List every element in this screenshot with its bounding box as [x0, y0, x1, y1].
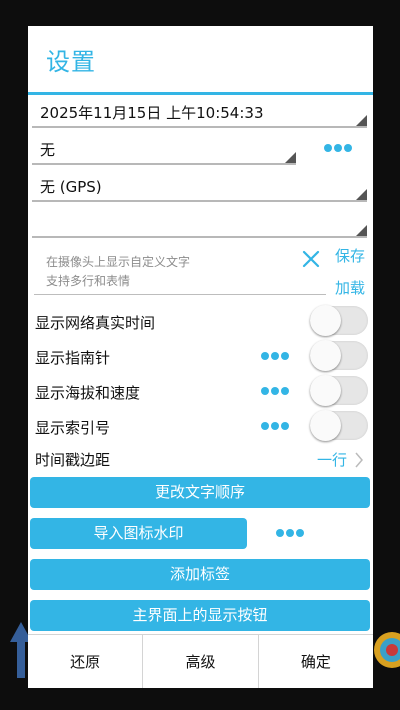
- dialog-footer: 还原 高级 确定: [28, 634, 373, 688]
- custom-text-input[interactable]: 在摄像头上显示自定义文字 支持多行和表情: [34, 250, 326, 295]
- index-more-icon[interactable]: [261, 422, 289, 430]
- compass-toggle[interactable]: [310, 340, 368, 371]
- datetime-value: 2025年11月15日 上午10:54:33: [40, 104, 264, 122]
- background-target-icon: [374, 632, 400, 668]
- save-button[interactable]: 保存: [335, 245, 365, 266]
- title-divider: [28, 92, 373, 95]
- datetime-spinner[interactable]: 2025年11月15日 上午10:54:33: [32, 96, 367, 128]
- chevron-right-icon[interactable]: [354, 451, 364, 469]
- restore-button[interactable]: 还原: [28, 635, 144, 688]
- toggle-knob: [310, 305, 341, 336]
- dropdown-corner-icon: [356, 189, 367, 200]
- add-tag-button[interactable]: 添加标签: [30, 559, 370, 590]
- gps-spinner[interactable]: 无 (GPS): [32, 170, 367, 202]
- settings-dialog: 设置 2025年11月15日 上午10:54:33 无 无 (GPS) 在摄像头…: [28, 26, 373, 688]
- location-value: 无: [40, 141, 56, 159]
- location-spinner[interactable]: 无: [32, 133, 296, 165]
- dropdown-corner-icon: [285, 152, 296, 163]
- gps-value: 无 (GPS): [40, 178, 102, 196]
- change-text-order-button[interactable]: 更改文字顺序: [30, 477, 370, 508]
- watermark-more-icon[interactable]: [276, 529, 304, 537]
- index-number-toggle[interactable]: [310, 410, 368, 441]
- toggle-knob: [310, 375, 341, 406]
- network-time-label: 显示网络真实时间: [35, 314, 156, 332]
- altitude-speed-label: 显示海拔和速度: [35, 384, 141, 402]
- compass-label: 显示指南针: [35, 349, 111, 367]
- location-more-icon[interactable]: [324, 144, 352, 152]
- confirm-button[interactable]: 确定: [259, 635, 373, 688]
- import-watermark-button[interactable]: 导入图标水印: [30, 518, 247, 549]
- network-time-toggle[interactable]: [310, 305, 368, 336]
- toggle-knob: [310, 340, 341, 371]
- toggle-knob: [310, 410, 341, 441]
- altitude-more-icon[interactable]: [261, 387, 289, 395]
- dropdown-corner-icon: [356, 225, 367, 236]
- clear-icon[interactable]: [300, 248, 322, 270]
- time-margin-value[interactable]: 一行: [317, 449, 347, 470]
- dialog-title: 设置: [46, 48, 96, 76]
- index-number-label: 显示索引号: [35, 419, 111, 437]
- altitude-speed-toggle[interactable]: [310, 375, 368, 406]
- main-screen-buttons-button[interactable]: 主界面上的显示按钮: [30, 600, 370, 631]
- blank-spinner[interactable]: [32, 206, 367, 238]
- time-margin-label: 时间戳边距: [35, 451, 111, 469]
- advanced-button[interactable]: 高级: [143, 635, 259, 688]
- custom-text-placeholder: 在摄像头上显示自定义文字 支持多行和表情: [46, 255, 191, 288]
- load-button[interactable]: 加载: [335, 277, 365, 298]
- dropdown-corner-icon: [356, 115, 367, 126]
- compass-more-icon[interactable]: [261, 352, 289, 360]
